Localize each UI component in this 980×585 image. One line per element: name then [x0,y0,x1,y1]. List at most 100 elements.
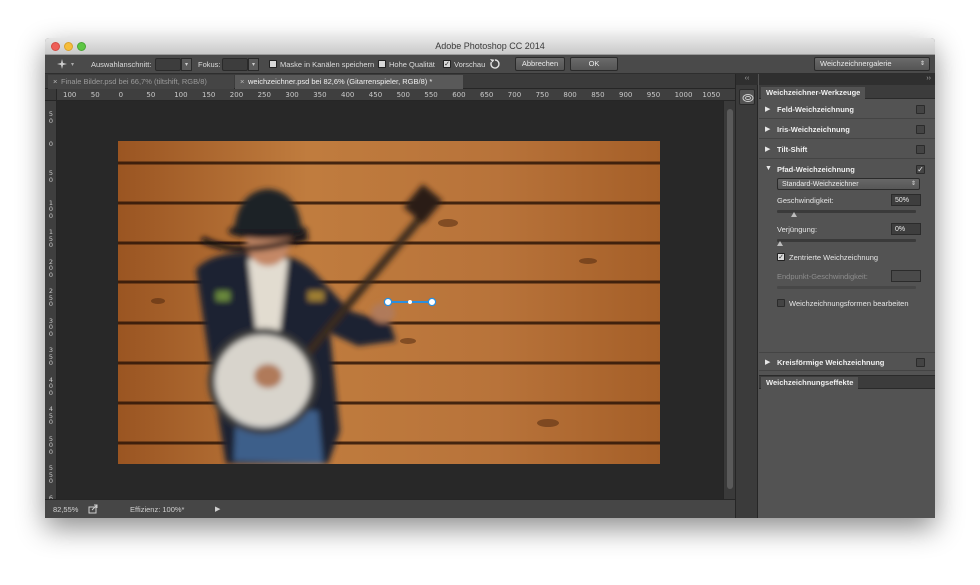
ruler-tick-label: 400 [341,91,355,99]
selection-bleed-input[interactable] [155,58,181,71]
ruler-tick-label: 850 [591,91,605,99]
expand-dock-icon[interactable]: ‹‹ [736,74,758,85]
taper-label: Verjüngung: [777,225,818,234]
ruler-tick-label: 50 [146,91,156,99]
taper-slider[interactable] [777,239,916,246]
vertical-ruler[interactable]: 50050100150200250300350400450500550600 [45,101,57,499]
close-tab-icon[interactable]: × [53,75,61,88]
workspace-switcher[interactable]: Weichzeichnergalerie ⇕ [814,57,930,71]
endpoint-speed-field [891,270,921,282]
close-tab-icon[interactable]: × [240,75,248,88]
ruler-tick-label: 300 [48,316,54,338]
section-field-blur[interactable]: ▶ Feld-Weichzeichnung [759,100,935,119]
ruler-tick-label: 900 [619,91,633,99]
window-title: Adobe Photoshop CC 2014 [435,41,545,51]
collapse-arrow-icon[interactable]: ▼ [765,165,772,172]
expand-arrow-icon[interactable]: ▶ [765,145,770,153]
preview-checkbox[interactable]: ✓ [443,60,451,68]
ruler-tick-label: 0 [48,139,54,148]
centered-blur-checkbox[interactable]: ✓ [777,253,785,261]
field-blur-checkbox[interactable] [916,105,925,114]
ruler-tick-label: 550 [424,91,438,99]
focus-label: Fokus: [198,60,221,69]
banjo-player-photo [118,141,660,464]
cancel-button[interactable]: Abbrechen [515,57,565,71]
tab-label: weichzeichner.psd bei 82,6% (Gitarrenspi… [248,77,433,86]
section-path-blur[interactable]: ▼ Pfad-Weichzeichnung ✓ [759,160,935,179]
expand-arrow-icon[interactable]: ▶ [765,105,770,113]
blur-effects-tab-bar: Weichzeichnungseffekte [759,375,935,390]
edit-blur-shapes-label: Weichzeichnungsformen bearbeiten [789,299,909,308]
ruler-tick-label: 150 [48,228,54,249]
selection-bleed-dropdown-icon[interactable]: ▾ [181,58,192,71]
workspace-dropdown-icon: ⇕ [919,61,925,67]
swirl-icon [742,94,754,102]
canvas-area[interactable] [57,101,723,499]
iris-blur-checkbox[interactable] [916,125,925,134]
ruler-tick-label: 450 [368,91,383,99]
high-quality-label: Hohe Qualität [389,60,435,69]
taper-slider-handle[interactable] [777,241,783,246]
spin-blur-checkbox[interactable] [916,358,925,367]
ok-button[interactable]: OK [570,57,618,71]
section-spin-blur[interactable]: ▶ Kreisförmige Weichzeichnung [759,352,935,371]
vertical-scrollbar[interactable] [723,101,735,499]
collapse-panel-icon[interactable]: ›› [759,74,935,85]
ruler-tick-label: 200 [229,91,244,99]
status-menu-arrow-icon[interactable]: ▶ [215,505,220,513]
ruler-corner[interactable] [45,89,57,101]
speed-value-field[interactable]: 50% [891,194,921,206]
ruler-tick-label: 500 [48,434,54,456]
tab-label: Finale Bilder.psd bei 66,7% (tiltshift, … [61,77,207,86]
tab-blur-effects[interactable]: Weichzeichnungseffekte [761,377,859,390]
section-label: Pfad-Weichzeichnung [777,165,855,174]
section-label: Kreisförmige Weichzeichnung [777,358,885,367]
tab-finale-bilder[interactable]: × Finale Bilder.psd bei 66,7% (tiltshift,… [48,75,234,89]
edit-blur-shapes-checkbox[interactable] [777,299,785,307]
ruler-tick-label: 50 [48,169,54,184]
ruler-tick-label: 150 [202,91,216,99]
tool-preset-chevron-icon[interactable]: ▾ [71,59,74,71]
share-export-icon[interactable] [88,504,98,514]
tab-blur-tools[interactable]: Weichzeichner-Werkzeuge [761,87,866,99]
endpoint-speed-slider [777,286,916,289]
ruler-tick-label: 750 [535,91,549,99]
panel-dock-button[interactable] [739,89,755,105]
blur-mode-value: Standard-Weichzeichner [782,181,859,188]
blur-tool-icon[interactable] [55,57,69,71]
zoom-level[interactable]: 82,55% [53,505,78,514]
tilt-shift-checkbox[interactable] [916,145,925,154]
save-mask-checkbox[interactable] [269,60,277,68]
focus-input[interactable] [222,58,248,71]
expand-arrow-icon[interactable]: ▶ [765,125,770,133]
reset-pins-icon[interactable] [489,58,501,70]
ruler-tick-label: 350 [313,91,327,99]
ruler-tick-label: 650 [480,91,494,99]
tab-weichzeichner[interactable]: × weichzeichner.psd bei 82,6% (Gitarrensp… [235,75,463,89]
speed-slider[interactable] [777,210,916,217]
scrollbar-thumb[interactable] [727,109,733,489]
focus-dropdown-icon[interactable]: ▾ [248,58,259,71]
ruler-tick-label: 100 [63,91,77,99]
section-iris-blur[interactable]: ▶ Iris-Weichzeichnung [759,120,935,139]
document-image[interactable] [118,141,660,464]
blur-mode-select[interactable]: Standard-Weichzeichner ⇕ [777,178,920,190]
speed-slider-handle[interactable] [790,212,797,217]
preview-label: Vorschau [454,60,486,69]
horizontal-ruler[interactable]: 100 50 0 50 100 150 200 250 300 350 400 450 500 550 60… [57,89,735,101]
section-label: Iris-Weichzeichnung [777,125,850,134]
save-mask-label: Maske in Kanälen speichern [280,60,375,69]
ruler-tick-label: 50 [90,91,100,99]
taper-value-field[interactable]: 0% [891,223,921,235]
high-quality-checkbox[interactable] [378,60,386,68]
ruler-tick-label: 1000 [674,91,693,99]
efficiency-info: Effizienz: 100%* [130,505,185,514]
speed-label: Geschwindigkeit: [777,196,834,205]
section-tilt-shift[interactable]: ▶ Tilt-Shift [759,140,935,159]
ruler-tick-label: 250 [48,287,54,308]
path-blur-checkbox[interactable]: ✓ [916,165,925,174]
expand-arrow-icon[interactable]: ▶ [765,358,770,366]
section-label: Tilt-Shift [777,145,808,154]
options-bar: ▾ Auswahlanschnitt: ▾ Fokus: ▾ Maske in … [45,55,935,74]
ruler-tick-label: 100 [174,91,188,99]
